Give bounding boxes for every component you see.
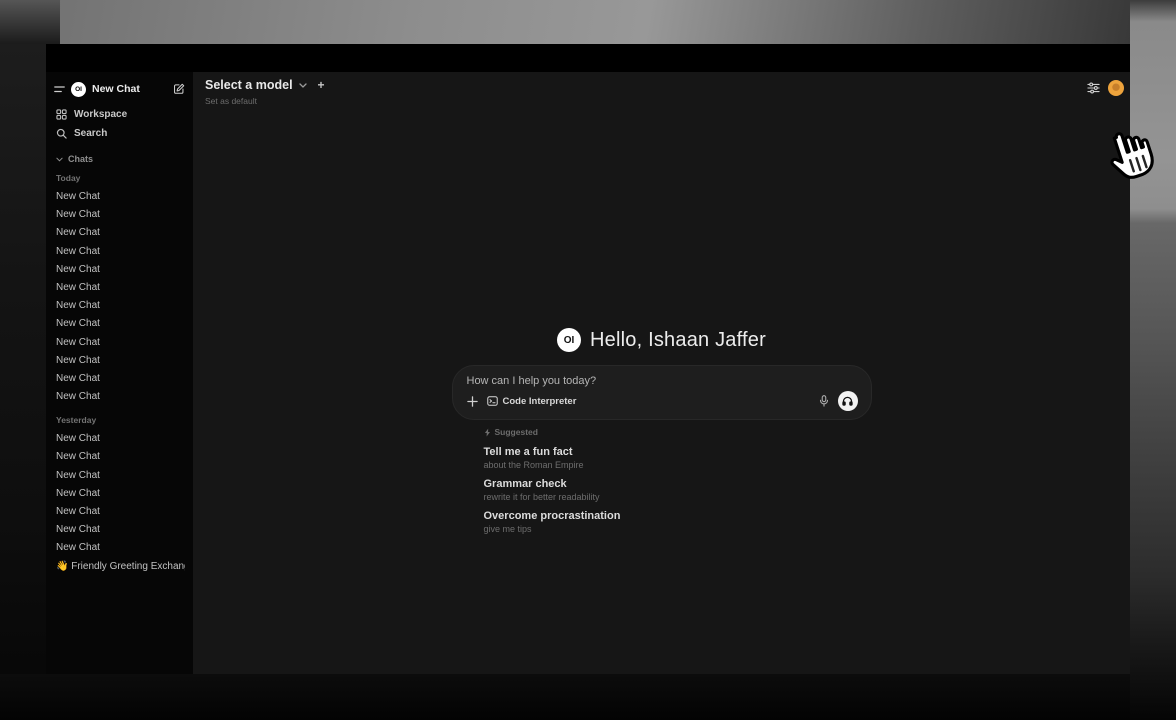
suggested-prompt-title: Overcome procrastination xyxy=(484,510,872,522)
chat-group-label-yesterday: Yesterday xyxy=(54,415,185,426)
chat-list-item[interactable]: New Chat xyxy=(54,467,185,485)
chat-list-item[interactable]: New Chat xyxy=(54,485,185,503)
suggested-section: Suggested Tell me a fun fact about the R… xyxy=(452,427,872,534)
suggested-label: Suggested xyxy=(495,427,538,437)
bolt-icon xyxy=(484,428,491,437)
chat-input-box[interactable]: How can I help you today? Code Interpret… xyxy=(452,365,872,420)
microphone-icon[interactable] xyxy=(819,395,829,407)
main-area: Select a model + Set as default xyxy=(193,72,1130,674)
chat-list-today: New ChatNew ChatNew ChatNew ChatNew Chat… xyxy=(54,188,185,406)
chat-list-item[interactable]: New Chat xyxy=(54,188,185,206)
attach-plus-icon[interactable] xyxy=(467,396,478,407)
chat-list-item[interactable]: New Chat xyxy=(54,521,185,539)
add-model-button[interactable]: + xyxy=(318,78,325,92)
suggested-prompt[interactable]: Overcome procrastination give me tips xyxy=(484,510,872,534)
chat-input-placeholder: How can I help you today? xyxy=(467,375,858,387)
sidebar-header: OI New Chat xyxy=(54,77,185,101)
main-header: Select a model + Set as default xyxy=(205,78,1124,106)
suggested-prompt[interactable]: Grammar check rewrite it for better read… xyxy=(484,478,872,502)
code-interpreter-toggle[interactable]: Code Interpreter xyxy=(487,396,577,407)
user-avatar[interactable] xyxy=(1108,80,1124,96)
desktop-background-top-dark xyxy=(0,0,60,44)
suggested-list: Tell me a fun fact about the Roman Empir… xyxy=(484,446,872,534)
suggested-prompt-title: Grammar check xyxy=(484,478,872,490)
sidebar-item-search[interactable]: Search xyxy=(54,124,185,143)
chat-list-item[interactable]: New Chat xyxy=(54,279,185,297)
desktop-background-top xyxy=(0,0,1176,44)
sidebar-toggle-icon[interactable] xyxy=(54,85,65,94)
chat-list-item[interactable]: New Chat xyxy=(54,334,185,352)
search-label: Search xyxy=(74,128,107,139)
chat-list-item[interactable]: New Chat xyxy=(54,297,185,315)
chat-list-item[interactable]: New Chat xyxy=(54,448,185,466)
chat-list-item[interactable]: New Chat xyxy=(54,243,185,261)
chat-list-item[interactable]: New Chat xyxy=(54,539,185,557)
new-chat-icon[interactable] xyxy=(173,83,185,95)
desktop-background-right xyxy=(1130,0,1176,720)
suggested-prompt[interactable]: Tell me a fun fact about the Roman Empir… xyxy=(484,446,872,470)
workspace-icon xyxy=(56,109,67,120)
controls-sliders-icon[interactable] xyxy=(1087,82,1100,94)
desktop-background-left xyxy=(0,44,46,720)
app-top-strip xyxy=(46,44,1130,72)
set-as-default-button[interactable]: Set as default xyxy=(205,96,325,106)
chat-list-item[interactable]: New Chat xyxy=(54,315,185,333)
app-window: OI New Chat Workspace Search xyxy=(46,44,1130,674)
chat-group-label-today: Today xyxy=(54,173,185,184)
suggested-header: Suggested xyxy=(484,427,872,437)
app-logo: OI xyxy=(71,82,86,97)
welcome-section: OI Hello, Ishaan Jaffer How can I help y… xyxy=(452,328,872,542)
chats-section-label: Chats xyxy=(68,154,93,164)
chat-list-item-named[interactable]: 👋 Friendly Greeting Exchange xyxy=(54,558,185,576)
chat-list-yesterday: New ChatNew ChatNew ChatNew ChatNew Chat… xyxy=(54,430,185,557)
chat-list-item[interactable]: New Chat xyxy=(54,206,185,224)
chevron-down-icon xyxy=(299,83,307,88)
model-selector[interactable]: Select a model + xyxy=(205,78,325,92)
chats-section-toggle[interactable]: Chats xyxy=(54,152,185,166)
suggested-prompt-subtitle: about the Roman Empire xyxy=(484,460,872,470)
suggested-prompt-title: Tell me a fun fact xyxy=(484,446,872,458)
greeting: OI Hello, Ishaan Jaffer xyxy=(452,328,872,352)
sidebar: OI New Chat Workspace Search xyxy=(46,72,193,674)
greeting-text: Hello, Ishaan Jaffer xyxy=(590,329,766,352)
chat-list-item[interactable]: New Chat xyxy=(54,261,185,279)
model-selector-label: Select a model xyxy=(205,78,293,92)
chat-list-item[interactable]: New Chat xyxy=(54,224,185,242)
desktop-background-bottom xyxy=(0,674,1130,720)
suggested-prompt-subtitle: rewrite it for better readability xyxy=(484,492,872,502)
code-interpreter-label: Code Interpreter xyxy=(503,396,577,407)
chevron-down-icon xyxy=(56,157,63,162)
suggested-prompt-subtitle: give me tips xyxy=(484,524,872,534)
voice-call-button[interactable] xyxy=(838,391,858,411)
chat-list-item[interactable]: New Chat xyxy=(54,370,185,388)
workspace-label: Workspace xyxy=(74,109,127,120)
search-icon xyxy=(56,128,67,139)
greeting-logo: OI xyxy=(557,328,581,352)
terminal-icon xyxy=(487,396,498,406)
headphones-icon xyxy=(842,396,853,406)
chat-list-item[interactable]: New Chat xyxy=(54,352,185,370)
chat-list-item[interactable]: New Chat xyxy=(54,388,185,406)
chat-list-item[interactable]: New Chat xyxy=(54,503,185,521)
chat-list-item[interactable]: New Chat xyxy=(54,430,185,448)
sidebar-title: New Chat xyxy=(92,83,167,95)
sidebar-item-workspace[interactable]: Workspace xyxy=(54,105,185,124)
